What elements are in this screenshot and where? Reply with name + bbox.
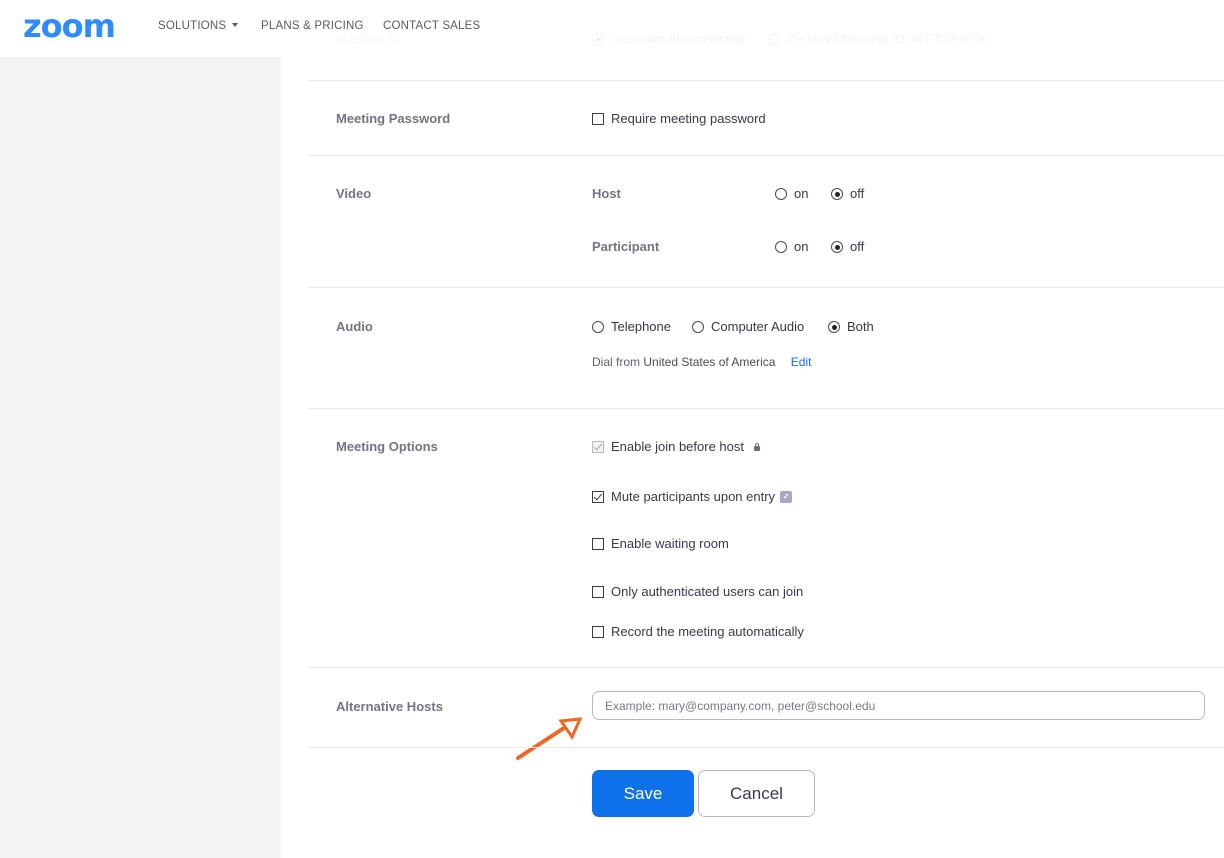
checkbox-checked-disabled[interactable] — [592, 441, 604, 453]
authenticated-users-checkbox[interactable]: Only authenticated users can join — [592, 584, 803, 600]
option-label: Record the meeting automatically — [611, 624, 804, 639]
divider — [308, 667, 1224, 668]
audio-label: Audio — [336, 319, 373, 334]
lock-icon — [753, 442, 760, 451]
dial-prefix: Dial from — [592, 355, 641, 369]
option-label: Personal Meeting ID 347-133-6650 — [787, 31, 990, 46]
page: zoom SOLUTIONS PLANS & PRICING CONTACT S… — [0, 0, 1224, 858]
option-label: off — [850, 239, 865, 254]
radio-unselected[interactable] — [775, 241, 787, 253]
radio-unselected[interactable] — [768, 33, 780, 45]
option-label: Generate Automatically — [611, 31, 746, 46]
zoom-logo[interactable]: zoom — [23, 9, 116, 43]
radio-selected[interactable] — [828, 321, 840, 333]
meeting-id-personal-option[interactable]: Personal Meeting ID 347-133-6650 — [768, 31, 989, 47]
video-host-off-radio[interactable]: off — [831, 186, 864, 202]
record-automatically-checkbox[interactable]: Record the meeting automatically — [592, 624, 804, 640]
option-label: Mute participants upon entry — [611, 489, 776, 504]
option-label: Both — [847, 319, 874, 334]
option-label: Telephone — [611, 319, 671, 334]
checkbox-checked[interactable] — [592, 491, 604, 503]
left-sidebar — [0, 57, 281, 858]
edit-dial-country-link[interactable]: Edit — [791, 355, 812, 369]
option-label: on — [794, 186, 809, 201]
video-host-label: Host — [592, 186, 621, 201]
dial-country: United States of America — [643, 355, 776, 369]
meeting-options-label: Meeting Options — [336, 439, 438, 454]
option-label: Enable join before host — [611, 439, 744, 454]
video-label: Video — [336, 186, 372, 201]
video-participant-on-radio[interactable]: on — [775, 239, 808, 255]
save-button[interactable]: Save — [592, 770, 694, 817]
audio-computer-radio[interactable]: Computer Audio — [692, 319, 804, 335]
arrow-icon — [516, 717, 583, 760]
chevron-down-icon — [232, 23, 239, 27]
option-label: off — [850, 186, 865, 201]
dial-from-text: Dial from United States of America Edit — [592, 355, 811, 370]
nav-solutions-label: SOLUTIONS — [158, 20, 227, 32]
audio-both-radio[interactable]: Both — [828, 319, 874, 335]
option-label: Enable waiting room — [611, 536, 729, 551]
require-password-label: Require meeting password — [611, 111, 766, 126]
video-host-on-radio[interactable]: on — [775, 186, 808, 202]
require-password-checkbox[interactable]: Require meeting password — [592, 111, 766, 127]
radio-selected[interactable] — [592, 33, 604, 45]
checkbox[interactable] — [592, 538, 604, 550]
alternative-hosts-input[interactable] — [592, 691, 1205, 720]
divider — [308, 747, 1224, 748]
meeting-password-label: Meeting Password — [336, 111, 451, 126]
cancel-button[interactable]: Cancel — [698, 770, 815, 817]
option-label: on — [794, 239, 809, 254]
radio-unselected[interactable] — [592, 321, 604, 333]
radio-unselected[interactable] — [775, 188, 787, 200]
option-label: Computer Audio — [711, 319, 805, 334]
radio-unselected[interactable] — [692, 321, 704, 333]
meeting-id-generate-option[interactable]: Generate Automatically — [592, 31, 745, 47]
locked-setting-badge-icon: ✓ — [780, 491, 793, 503]
meeting-id-label: Meeting ID — [336, 31, 399, 46]
top-navigation-bar: zoom SOLUTIONS PLANS & PRICING CONTACT S… — [0, 0, 1224, 57]
nav-solutions[interactable]: SOLUTIONS — [158, 19, 239, 33]
option-label: Only authenticated users can join — [611, 584, 804, 599]
video-participant-label: Participant — [592, 239, 660, 254]
mute-participants-checkbox[interactable]: Mute participants upon entry ✓ — [592, 489, 793, 505]
audio-telephone-radio[interactable]: Telephone — [592, 319, 671, 335]
enable-waiting-room-checkbox[interactable]: Enable waiting room — [592, 536, 729, 552]
checkbox[interactable] — [592, 113, 604, 125]
radio-selected[interactable] — [831, 188, 843, 200]
alternative-hosts-label: Alternative Hosts — [336, 699, 443, 714]
enable-join-before-host-checkbox[interactable]: Enable join before host — [592, 439, 760, 455]
video-participant-off-radio[interactable]: off — [831, 239, 864, 255]
checkbox[interactable] — [592, 586, 604, 598]
divider — [308, 287, 1224, 288]
divider — [308, 155, 1224, 156]
checkbox[interactable] — [592, 626, 604, 638]
divider — [308, 80, 1224, 81]
radio-selected[interactable] — [831, 241, 843, 253]
divider — [308, 408, 1224, 409]
